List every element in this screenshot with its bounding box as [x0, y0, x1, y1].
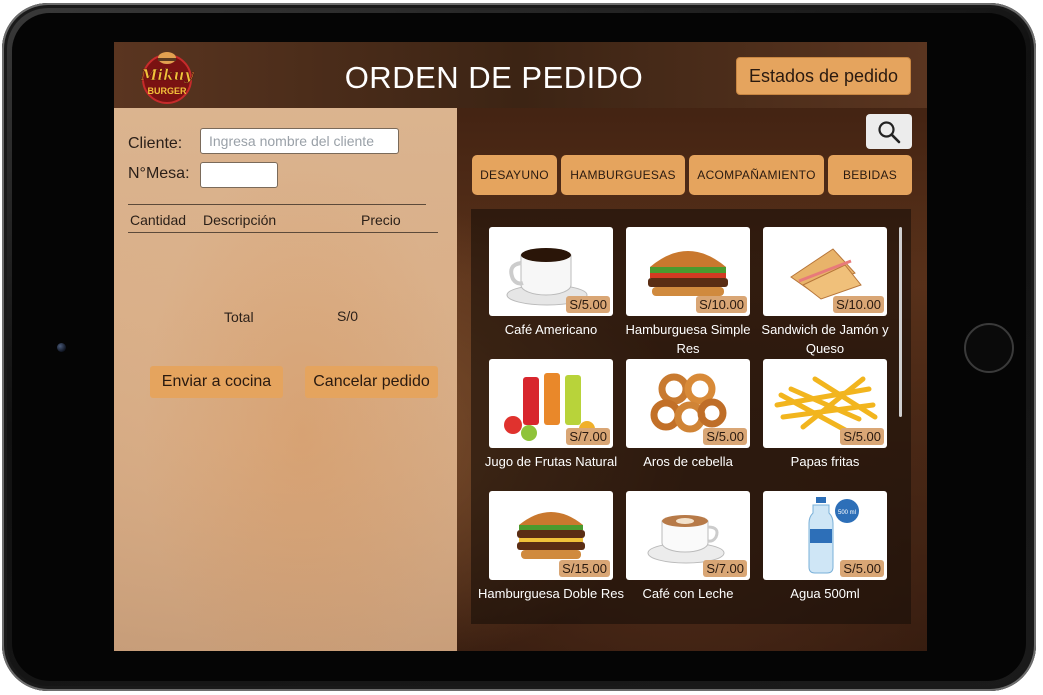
total-label: Total — [224, 309, 254, 325]
product-card[interactable]: S/10.00 Hamburguesa Simple Res — [625, 227, 751, 358]
logo-text-top: Mikuy — [140, 66, 195, 84]
product-price: S/10.00 — [696, 296, 747, 313]
category-acompanamiento[interactable]: ACOMPAÑAMIENTO — [689, 155, 824, 195]
product-price: S/15.00 — [559, 560, 610, 577]
product-name: Agua 500ml — [790, 586, 860, 601]
product-name: Jugo de Frutas Natural — [484, 454, 618, 469]
order-status-button[interactable]: Estados de pedido — [736, 57, 911, 95]
product-price: S/5.00 — [840, 560, 884, 577]
product-price: S/7.00 — [703, 560, 747, 577]
product-image: S/7.00 — [489, 359, 613, 448]
bottle-size-badge: 500 ml — [838, 510, 856, 516]
divider — [128, 204, 426, 205]
order-panel: Cliente: N°Mesa: Cantidad Descripción Pr… — [114, 108, 457, 651]
product-card[interactable]: S/7.00 Jugo de Frutas Natural — [485, 359, 617, 471]
header-bar: Mikuy BURGER ORDEN DE PEDIDO Estados de … — [114, 42, 927, 108]
product-image: S/5.00 — [763, 359, 887, 448]
product-image: S/10.00 — [763, 227, 887, 316]
product-image: S/5.00 — [489, 227, 613, 316]
column-description: Descripción — [203, 212, 277, 228]
mikuy-burger-logo: Mikuy BURGER — [140, 52, 195, 104]
product-price: S/5.00 — [566, 296, 610, 313]
product-price: S/5.00 — [840, 428, 884, 445]
total-value: S/0 — [337, 308, 359, 324]
product-card[interactable]: 500 ml S/5.00 Agua 500ml — [763, 491, 887, 603]
category-hamburguesas[interactable]: HAMBURGUESAS — [561, 155, 685, 195]
product-grid: S/5.00 Café Americano S/10.00 Hamburgues… — [471, 209, 911, 624]
product-price: S/10.00 — [833, 296, 884, 313]
product-card[interactable]: S/5.00 Papas fritas — [763, 359, 887, 471]
product-price: S/7.00 — [566, 428, 610, 445]
product-card[interactable]: S/5.00 Café Americano — [489, 227, 613, 339]
home-button[interactable] — [964, 323, 1014, 373]
search-icon — [878, 120, 901, 143]
divider — [128, 232, 438, 233]
category-desayuno[interactable]: DESAYUNO — [472, 155, 557, 195]
camera-icon — [57, 343, 66, 352]
product-card[interactable]: S/5.00 Aros de cebella — [626, 359, 750, 471]
product-image: S/5.00 — [626, 359, 750, 448]
product-image: S/7.00 — [626, 491, 750, 580]
column-quantity: Cantidad — [130, 212, 187, 228]
product-name: Hamburguesa Doble Res — [478, 586, 624, 601]
client-name-input[interactable] — [200, 128, 399, 154]
page-title: ORDEN DE PEDIDO — [344, 60, 644, 95]
app-screen: Mikuy BURGER ORDEN DE PEDIDO Estados de … — [114, 42, 927, 651]
product-name: Hamburguesa Simple Res — [625, 322, 751, 356]
category-bebidas[interactable]: BEBIDAS — [828, 155, 912, 195]
logo-text-bottom: BURGER — [147, 86, 187, 96]
table-number-input[interactable] — [200, 162, 278, 188]
product-image: S/15.00 — [489, 491, 613, 580]
product-name: Sandwich de Jamón y Queso — [761, 322, 889, 356]
product-card[interactable]: S/10.00 Sandwich de Jamón y Queso — [761, 227, 889, 358]
product-name: Café Americano — [504, 322, 598, 337]
cancel-order-button[interactable]: Cancelar pedido — [305, 366, 438, 398]
product-name: Papas fritas — [790, 454, 860, 469]
table-number-label: N°Mesa: — [128, 165, 190, 182]
product-card[interactable]: S/7.00 Café con Leche — [626, 491, 750, 603]
product-price: S/5.00 — [703, 428, 747, 445]
product-card[interactable]: S/15.00 Hamburguesa Doble Res — [478, 491, 624, 603]
product-name: Aros de cebella — [643, 454, 733, 469]
product-image: S/10.00 — [626, 227, 750, 316]
product-name: Café con Leche — [642, 586, 734, 601]
product-image: 500 ml S/5.00 — [763, 491, 887, 580]
search-button[interactable] — [866, 114, 912, 149]
send-to-kitchen-button[interactable]: Enviar a cocina — [150, 366, 283, 398]
client-label: Cliente: — [128, 135, 183, 152]
column-price: Precio — [361, 212, 401, 228]
